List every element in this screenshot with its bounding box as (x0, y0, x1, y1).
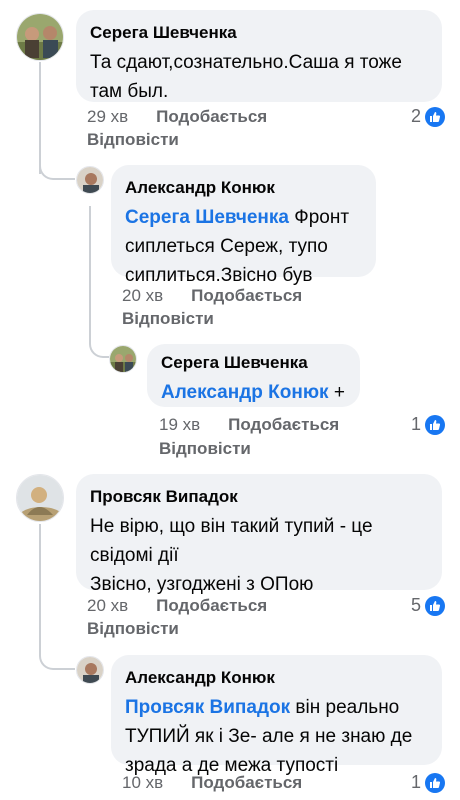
thread-line (39, 524, 41, 654)
comment-bubble: Александр Конюк Серега Шевченка Фронт си… (111, 165, 376, 286)
comment-meta: 10 хв Подобається (122, 773, 302, 793)
comment-time[interactable]: 29 хв (87, 107, 128, 126)
comment-meta: 29 хв Подобається (87, 107, 267, 127)
reply-button[interactable]: Відповісти (87, 619, 179, 639)
avatar[interactable] (16, 474, 64, 522)
comment-text: Та сдают,сознательно.Саша я тоже там был… (90, 52, 402, 102)
mention-link[interactable]: Провсяк Випадок (125, 697, 290, 718)
like-button[interactable]: Подобається (156, 107, 267, 126)
thread-connector (89, 330, 109, 358)
thumbs-up-icon (425, 595, 446, 616)
like-button[interactable]: Подобається (228, 415, 339, 434)
reaction-number: 1 (411, 414, 422, 434)
mention-link[interactable]: Александр Конюк (161, 382, 329, 403)
comment-text: Не вірю, що він такий тупий - це свідомі… (90, 516, 373, 566)
comment-meta: 19 хв Подобається (159, 415, 339, 435)
avatar[interactable] (16, 13, 64, 61)
like-button[interactable]: Подобається (191, 286, 302, 305)
comment-author[interactable]: Александр Конюк (125, 177, 362, 199)
comment-bubble: Серега Шевченка Та сдают,сознательно.Саш… (76, 10, 442, 102)
comment-author[interactable]: Александр Конюк (125, 667, 428, 689)
thumbs-up-icon (425, 106, 446, 127)
reaction-count[interactable]: 5 (411, 595, 446, 616)
thumbs-up-icon (425, 772, 446, 793)
thumbs-up-icon (425, 414, 446, 435)
thread-connector (39, 640, 75, 670)
mention-link[interactable]: Серега Шевченка (125, 207, 289, 228)
reply-button[interactable]: Відповісти (122, 309, 214, 329)
comment-time[interactable]: 10 хв (122, 773, 163, 792)
comment-text: Звісно, узгоджені з ОПою (90, 574, 314, 595)
thread-line (89, 206, 91, 338)
comment-text: Провсяк Випадок він реально ТУПИЙ як і З… (125, 697, 413, 776)
comment-meta: 20 хв Подобається (122, 286, 302, 306)
comment-bubble: Серега Шевченка Александр Конюк + (147, 344, 360, 407)
comment-author[interactable]: Серега Шевченка (90, 22, 428, 44)
like-button[interactable]: Подобається (156, 596, 267, 615)
avatar[interactable] (76, 656, 104, 684)
reaction-count[interactable]: 2 (411, 106, 446, 127)
avatar[interactable] (109, 345, 137, 373)
comment-time[interactable]: 20 хв (87, 596, 128, 615)
reply-button[interactable]: Відповісти (159, 439, 251, 459)
reply-button[interactable]: Відповісти (87, 130, 179, 150)
comment-meta: 20 хв Подобається (87, 596, 267, 616)
like-button[interactable]: Подобається (191, 773, 302, 792)
reaction-number: 2 (411, 106, 422, 126)
reaction-number: 1 (411, 772, 422, 792)
comment-time[interactable]: 20 хв (122, 286, 163, 305)
comment-time[interactable]: 19 хв (159, 415, 200, 434)
comment-bubble: Александр Конюк Провсяк Випадок він реал… (111, 655, 442, 776)
reaction-count[interactable]: 1 (411, 414, 446, 435)
thread-connector (39, 150, 75, 180)
reaction-number: 5 (411, 595, 422, 615)
comment-author[interactable]: Серега Шевченка (161, 352, 346, 374)
reaction-count[interactable]: 1 (411, 772, 446, 793)
avatar[interactable] (76, 166, 104, 194)
comment-text: Александр Конюк + (161, 382, 345, 403)
comment-bubble: Провсяк Випадок Не вірю, що він такий ту… (76, 474, 442, 595)
comment-author[interactable]: Провсяк Випадок (90, 486, 428, 508)
comment-text: Серега Шевченка Фронт сиплеться Сереж, т… (125, 207, 350, 286)
